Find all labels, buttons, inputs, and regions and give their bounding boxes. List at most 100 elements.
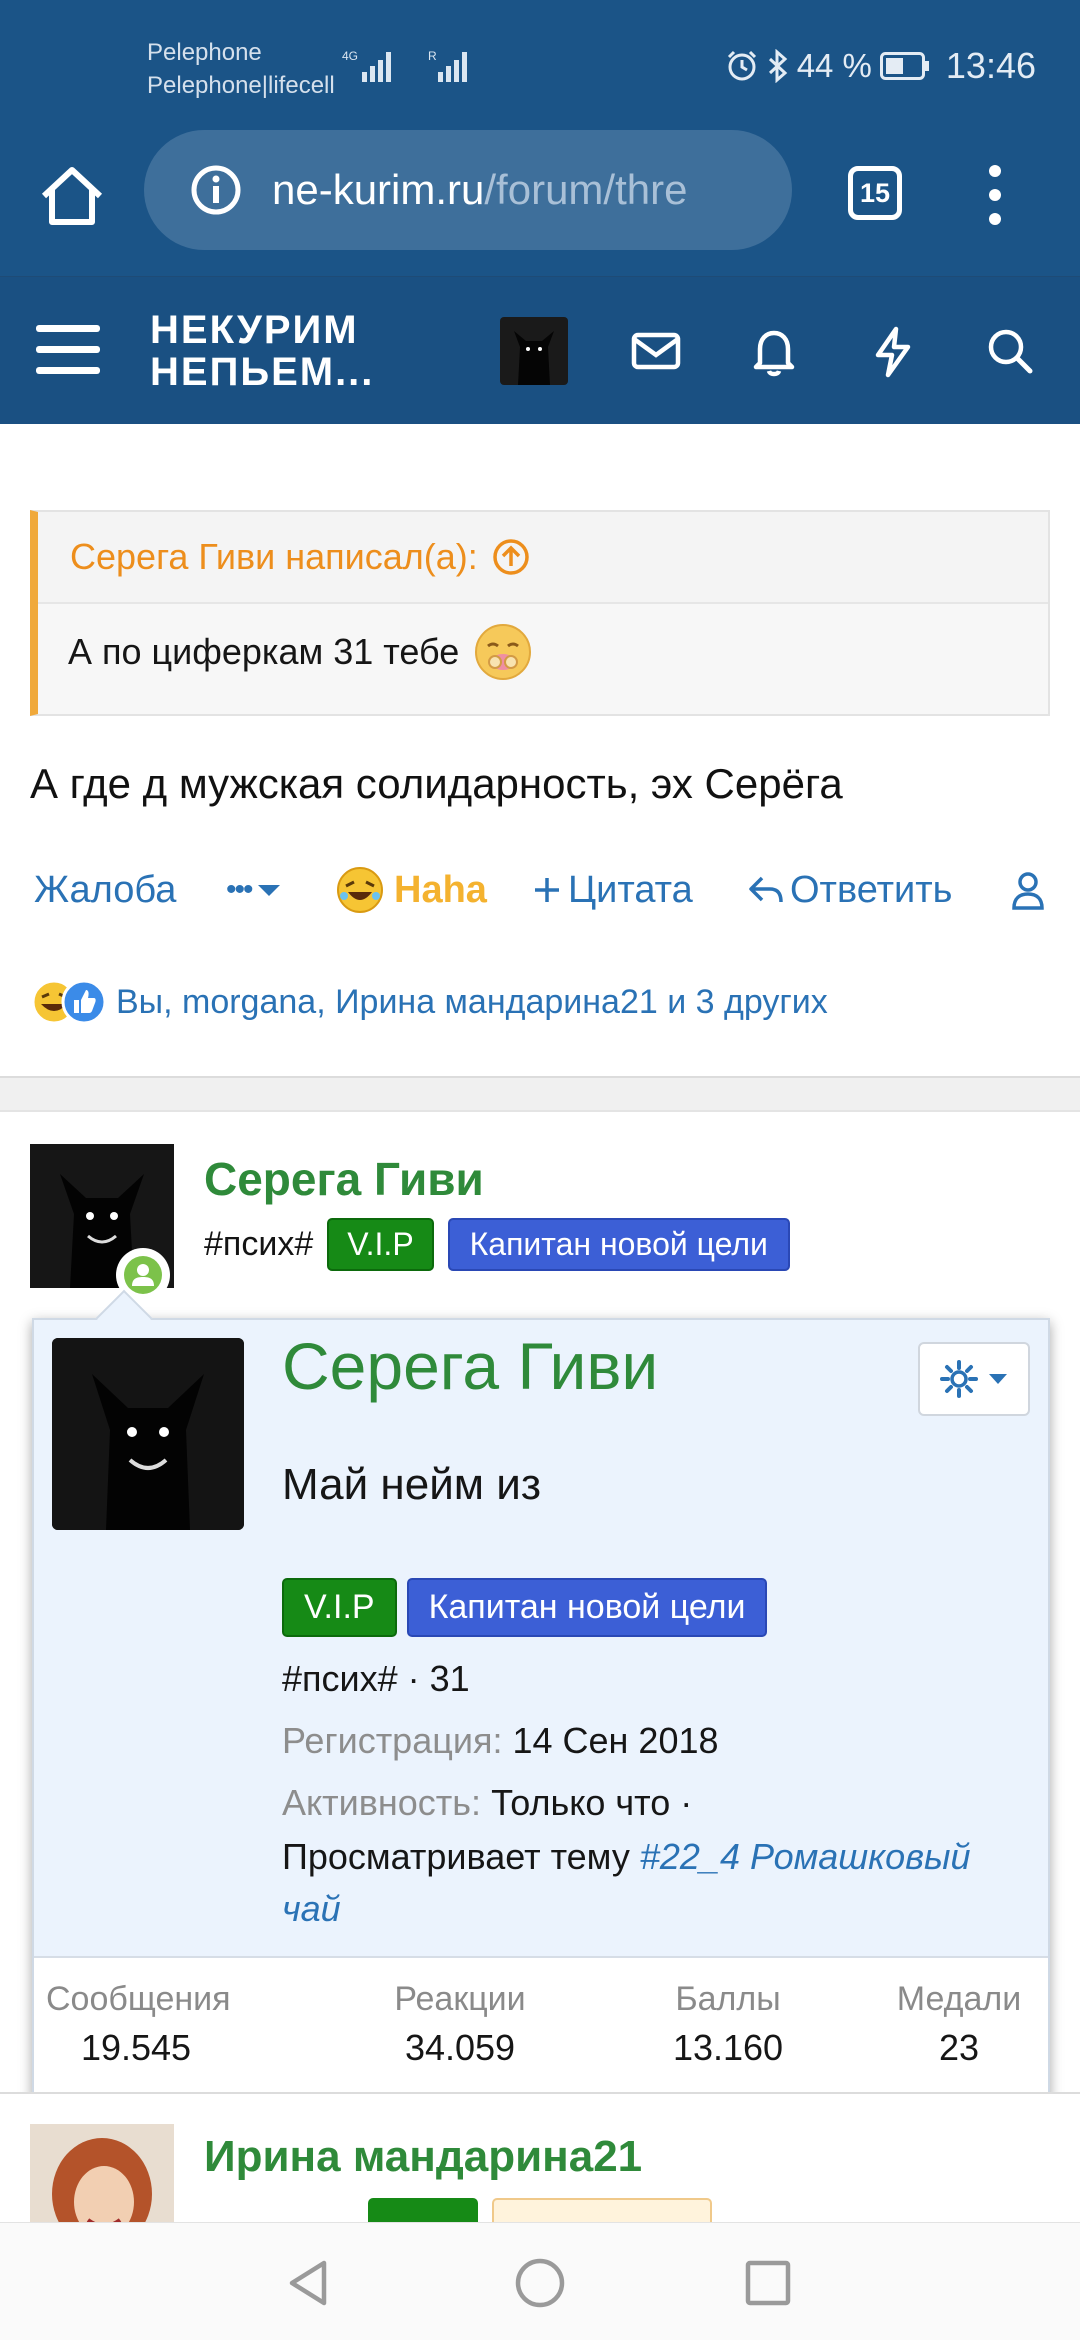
clock: 13:46 <box>945 45 1036 86</box>
avatar-image <box>514 331 554 385</box>
quote-block: Серега Гиви написал(а): А по циферкам 31… <box>30 510 1050 716</box>
carrier-info: Pelephone Pelephone|lifecell <box>147 36 335 102</box>
reaction-button[interactable]: Haha <box>336 862 487 918</box>
quote-author[interactable]: Серега Гиви написал(а): <box>70 536 478 578</box>
user-icon <box>1012 872 1044 910</box>
browser-toolbar: ne-kurim.ru/forum/thre 15 <box>0 126 1080 276</box>
bluetooth-icon <box>768 49 787 83</box>
tab-switcher-button[interactable]: 15 <box>848 166 902 220</box>
stat-label: Сообщения <box>46 1980 231 2018</box>
activity-label: Активность: <box>282 1782 482 1823</box>
stat-medals[interactable]: Медали 23 <box>884 1980 1034 2069</box>
member-title: Май нейм из <box>282 1460 541 1509</box>
alarm-icon <box>727 50 756 81</box>
site-logo[interactable]: НЕКУРИМ НЕПЬЕМ... <box>150 309 374 393</box>
logo-line-2: НЕПЬЕМ... <box>150 350 375 394</box>
report-link[interactable]: Жалоба <box>34 862 176 918</box>
search-icon[interactable] <box>980 321 1040 381</box>
gear-icon <box>940 1360 978 1398</box>
stat-value: 34.059 <box>404 2027 516 2068</box>
address-bar[interactable]: ne-kurim.ru/forum/thre <box>144 130 792 250</box>
overflow-menu-icon[interactable] <box>980 162 1010 228</box>
svg-text:R: R <box>428 49 437 63</box>
avatar-image <box>52 1338 244 1530</box>
signal-icon: R <box>428 49 467 82</box>
status-right: 44 % 13:46 <box>725 44 1036 88</box>
reactions-text[interactable]: Вы, morgana, Ирина мандарина21 и 3 други… <box>116 983 828 1022</box>
quote-body: А по циферкам 31 тебе <box>38 604 1048 682</box>
more-options-button[interactable]: ••• <box>226 862 282 918</box>
stat-value: 13.160 <box>672 2027 784 2068</box>
post-divider <box>0 1076 1080 1112</box>
battery-icon <box>879 52 929 80</box>
hamburger-menu-icon[interactable] <box>36 321 100 377</box>
home-icon[interactable] <box>36 160 108 232</box>
vip-badge: V.I.P <box>327 1218 434 1271</box>
reactions-summary[interactable]: Вы, morgana, Ирина мандарина21 и 3 други… <box>30 972 828 1032</box>
reply-button[interactable]: Ответить <box>748 862 952 918</box>
chevron-down-icon <box>257 885 280 896</box>
network-type-label: 4G <box>342 49 358 63</box>
quote-button[interactable]: Цитата <box>532 862 693 918</box>
next-author-avatar[interactable] <box>30 2124 174 2222</box>
stat-reactions[interactable]: Реакции 34.059 <box>370 1980 550 2069</box>
member-settings-button[interactable] <box>918 1342 1030 1416</box>
quote-label: Цитата <box>568 868 693 911</box>
url-host: ne-kurim.ru <box>272 166 485 213</box>
user-avatar[interactable] <box>500 317 568 385</box>
member-activity: Активность: Только что · <box>282 1782 692 1824</box>
home-circle-icon[interactable] <box>510 2253 570 2313</box>
author-meta: #псих# V.I.P Капитан новой цели <box>204 1218 790 1271</box>
member-tooltip-card: Серега Гиви Май нейм из V.I.P Капитан но… <box>32 1289 1050 2100</box>
next-author-badges <box>204 2198 712 2222</box>
bell-icon[interactable] <box>744 321 804 381</box>
title-badge <box>492 2198 712 2222</box>
chevron-down-icon <box>989 1374 1007 1384</box>
next-post-author: Ирина мандарина21 <box>0 2092 1080 2222</box>
reply-label: Ответить <box>790 868 953 911</box>
member-stats: Сообщения 19.545 Реакции 34.059 Баллы 13… <box>34 1956 1048 2098</box>
member-registered: Регистрация: 14 Сен 2018 <box>282 1720 719 1762</box>
site-info-icon[interactable] <box>188 162 244 218</box>
like-icon <box>61 979 107 1025</box>
activity-viewing: Просматривает тему <box>282 1836 630 1877</box>
smiling-emoji-icon <box>475 624 532 680</box>
stat-label: Реакции <box>394 1980 526 2018</box>
author-name[interactable]: Серега Гиви <box>204 1152 484 1206</box>
stat-value: 23 <box>938 2027 980 2068</box>
post-actions: Жалоба ••• Haha Цитата Ответить <box>30 862 1060 918</box>
member-tag-line: #псих# · 31 <box>282 1658 470 1699</box>
quote-header[interactable]: Серега Гиви написал(а): <box>38 512 1048 604</box>
reply-icon <box>749 876 783 903</box>
stat-messages[interactable]: Сообщения 19.545 <box>46 1980 231 2069</box>
stat-label: Баллы <box>675 1980 781 2018</box>
inbox-icon[interactable] <box>626 321 686 381</box>
next-author-name[interactable]: Ирина мандарина21 <box>204 2132 642 2182</box>
quote-text: А по циферкам 31 тебе <box>68 631 460 672</box>
registered-label: Регистрация: <box>282 1720 503 1761</box>
captain-badge: Капитан новой цели <box>447 1218 790 1271</box>
activity-thread-link[interactable]: #22_4 Ромашковый <box>640 1836 971 1877</box>
jump-to-quote-icon[interactable] <box>492 538 530 576</box>
url-text[interactable]: ne-kurim.ru/forum/thre <box>272 166 687 214</box>
captain-badge: Капитан новой цели <box>406 1578 768 1637</box>
user-actions-button[interactable] <box>1010 862 1046 918</box>
status-bar: Pelephone Pelephone|lifecell 4G R 44 % 1… <box>0 0 1080 126</box>
stat-value: 19.545 <box>80 2027 192 2068</box>
haha-emoji-icon <box>337 867 383 913</box>
plus-icon <box>535 878 559 902</box>
lightning-icon[interactable] <box>862 321 922 381</box>
recent-apps-icon[interactable] <box>738 2253 798 2313</box>
logo-line-1: НЕКУРИМ <box>150 308 359 352</box>
more-label: ••• <box>226 873 253 906</box>
online-user-icon <box>124 1256 162 1294</box>
member-avatar[interactable] <box>52 1338 244 1530</box>
member-name[interactable]: Серега Гиви <box>282 1328 658 1404</box>
vip-badge <box>368 2198 478 2222</box>
stat-points[interactable]: Баллы 13.160 <box>648 1980 808 2069</box>
back-icon[interactable] <box>278 2253 338 2313</box>
activity-thread-link-cont[interactable]: чай <box>282 1888 341 1930</box>
author-tag: #псих# <box>204 1225 314 1263</box>
member-activity-detail: Просматривает тему #22_4 Ромашковый <box>282 1836 971 1878</box>
registered-date: 14 Сен 2018 <box>512 1720 719 1761</box>
